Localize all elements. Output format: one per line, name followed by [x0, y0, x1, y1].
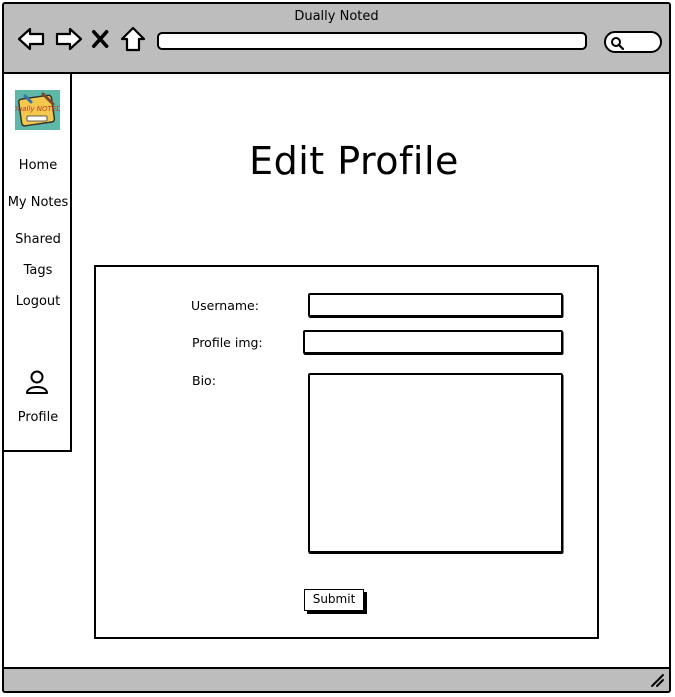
- forward-arrow-icon: [55, 27, 83, 51]
- window-title: Dually Noted: [294, 9, 379, 24]
- sidebar-item-shared[interactable]: Shared: [4, 232, 72, 247]
- bio-textarea[interactable]: [308, 373, 563, 553]
- sidebar-item-tags[interactable]: Tags: [4, 263, 72, 278]
- user-icon: [26, 370, 48, 394]
- username-label: Username:: [191, 298, 259, 313]
- username-input[interactable]: [308, 293, 563, 317]
- back-arrow-icon: [17, 27, 45, 51]
- resize-handle-icon: [651, 674, 664, 687]
- back-button[interactable]: [16, 24, 46, 54]
- page-title: Edit Profile: [249, 139, 459, 183]
- home-icon: [120, 26, 146, 52]
- browser-search-box[interactable]: [604, 31, 662, 53]
- profile-img-label: Profile img:: [192, 335, 263, 350]
- resize-grip[interactable]: [649, 672, 665, 688]
- sidebar-item-my-notes[interactable]: My Notes: [4, 195, 72, 210]
- logo-text: Dually NOTED: [15, 105, 60, 113]
- search-icon: [611, 37, 624, 50]
- stop-button[interactable]: [89, 24, 113, 54]
- status-bar: [4, 667, 669, 691]
- profile-img-input[interactable]: [303, 330, 563, 354]
- address-bar[interactable]: [157, 32, 587, 50]
- sidebar-nav: Dually NOTED Home My Notes Shared Tags L…: [4, 74, 72, 452]
- app-logo: Dually NOTED: [12, 90, 62, 130]
- bio-label: Bio:: [192, 373, 216, 388]
- browser-window: Dually Noted Dually NOTED Home My Notes …: [2, 2, 671, 693]
- profile-avatar[interactable]: [24, 369, 50, 395]
- submit-button[interactable]: Submit: [304, 589, 364, 611]
- close-x-icon: [92, 30, 109, 48]
- browser-toolbar: Dually Noted: [4, 4, 669, 74]
- sidebar-item-profile[interactable]: Profile: [4, 410, 72, 425]
- home-button[interactable]: [118, 24, 148, 54]
- sidebar-item-home[interactable]: Home: [4, 158, 72, 173]
- edit-profile-form: Username: Profile img: Bio: Submit: [94, 265, 599, 639]
- sidebar-item-logout[interactable]: Logout: [4, 294, 72, 309]
- notebook-logo-icon: Dually NOTED: [12, 90, 62, 130]
- forward-button[interactable]: [54, 24, 84, 54]
